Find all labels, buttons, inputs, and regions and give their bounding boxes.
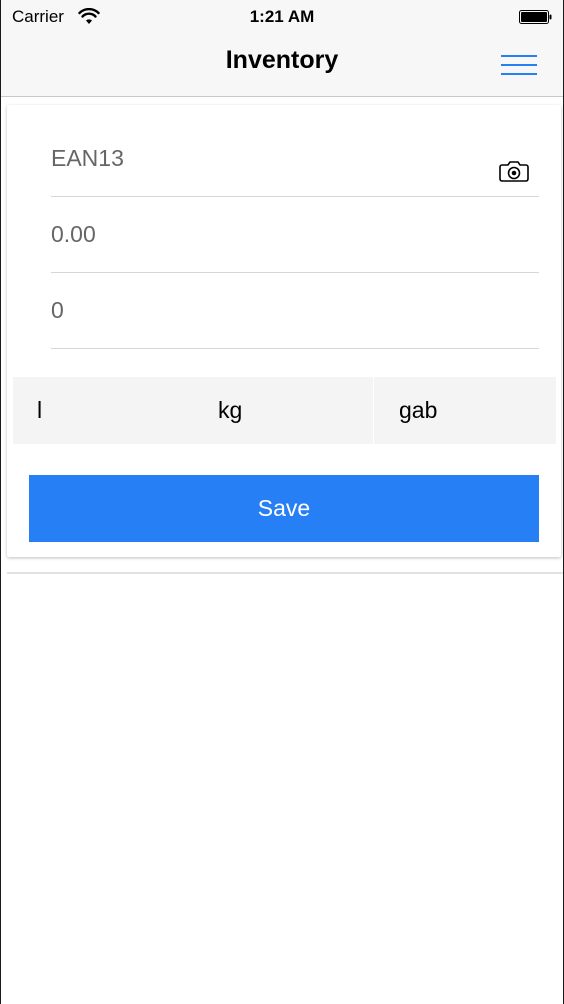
unit-option-kg[interactable]: kg — [113, 377, 374, 444]
unit-segmented-control: l kg gab — [13, 377, 556, 444]
status-bar: Carrier 1:21 AM — [1, 0, 563, 34]
ean-field-row — [51, 121, 539, 197]
hamburger-menu-icon[interactable] — [501, 52, 537, 78]
page-title: Inventory — [225, 46, 339, 74]
quantity-field-row — [51, 273, 539, 349]
inventory-form-card: l kg gab Save — [7, 105, 561, 557]
clock: 1:21 AM — [249, 7, 315, 26]
divider — [7, 572, 563, 574]
unit-option-l[interactable]: l — [13, 377, 113, 444]
navigation-bar: Inventory — [1, 34, 563, 97]
ean-input[interactable] — [51, 121, 481, 195]
battery-icon — [519, 10, 552, 24]
camera-icon[interactable] — [499, 159, 529, 183]
price-field-row — [51, 197, 539, 273]
price-input[interactable] — [51, 197, 481, 271]
unit-option-gab[interactable]: gab — [374, 377, 556, 444]
quantity-input[interactable] — [51, 273, 481, 347]
save-button[interactable]: Save — [29, 475, 539, 542]
